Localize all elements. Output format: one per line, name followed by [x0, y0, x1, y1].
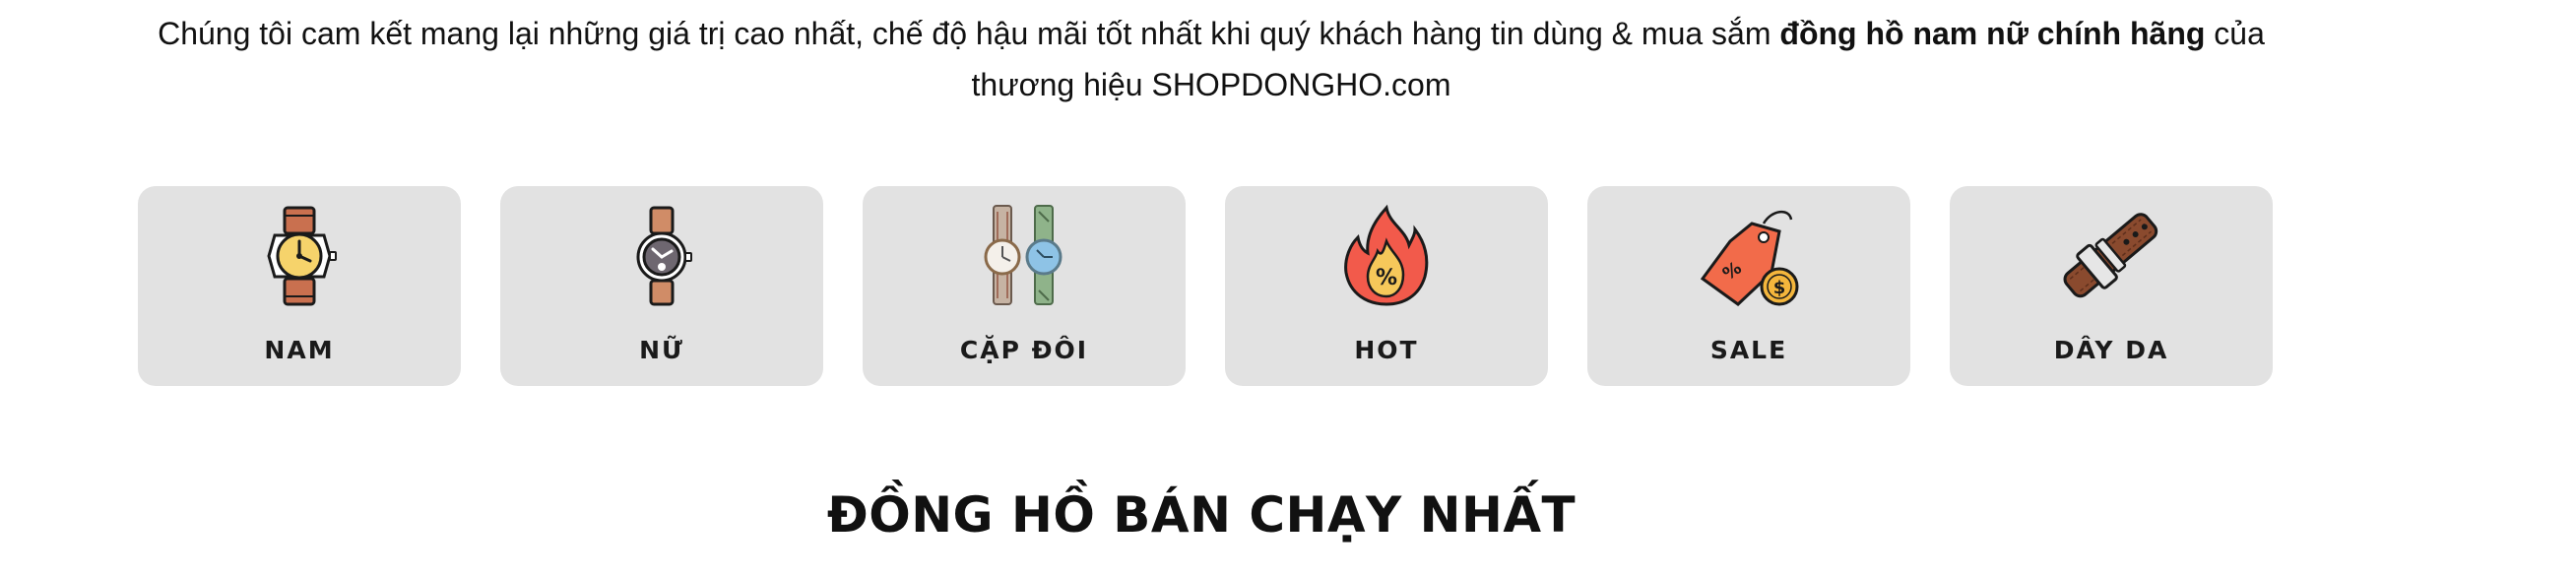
svg-text:%: %: [1376, 266, 1397, 290]
best-sellers-heading: ĐỒNG HỒ BÁN CHẠY NHẤT: [826, 486, 1577, 544]
category-card-nam[interactable]: NAM: [138, 186, 461, 386]
category-label: NAM: [264, 336, 335, 364]
intro-line2-text: thương hiệu SHOPDONGHO.com: [971, 67, 1451, 102]
intro-line1-end: của: [2205, 16, 2265, 51]
leather-strap-icon: [2057, 202, 2165, 310]
intro-highlight: đồng hồ nam nữ chính hãng: [1779, 16, 2206, 51]
category-card-nu[interactable]: NỮ: [500, 186, 823, 386]
category-card-day-da[interactable]: DÂY DA: [1950, 186, 2273, 386]
svg-text:$: $: [1773, 278, 1786, 298]
couple-watches-icon: [970, 202, 1078, 310]
category-label: SALE: [1709, 336, 1788, 364]
intro-line1-text: Chúng tôi cam kết mang lại những giá trị…: [158, 16, 1780, 51]
category-card-sale[interactable]: % $ SALE: [1587, 186, 1910, 386]
category-label: NỮ: [639, 336, 684, 364]
category-label: CẶP ĐÔI: [959, 336, 1089, 364]
category-card-cap-doi[interactable]: CẶP ĐÔI: [863, 186, 1186, 386]
fire-percent-icon: %: [1332, 202, 1441, 310]
womens-watch-icon: [608, 202, 716, 310]
intro-text: Chúng tôi cam kết mang lại những giá trị…: [148, 8, 2275, 110]
category-label: DÂY DA: [2053, 336, 2169, 364]
sale-tag-icon: % $: [1695, 202, 1803, 310]
category-label: HOT: [1354, 336, 1419, 364]
category-card-hot[interactable]: % HOT: [1225, 186, 1548, 386]
mens-watch-icon: [245, 202, 354, 310]
